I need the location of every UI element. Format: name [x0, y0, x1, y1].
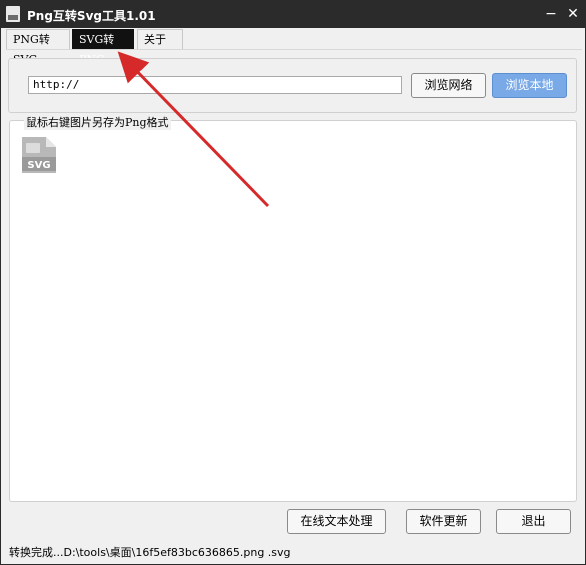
annotation-arrow	[117, 51, 270, 208]
